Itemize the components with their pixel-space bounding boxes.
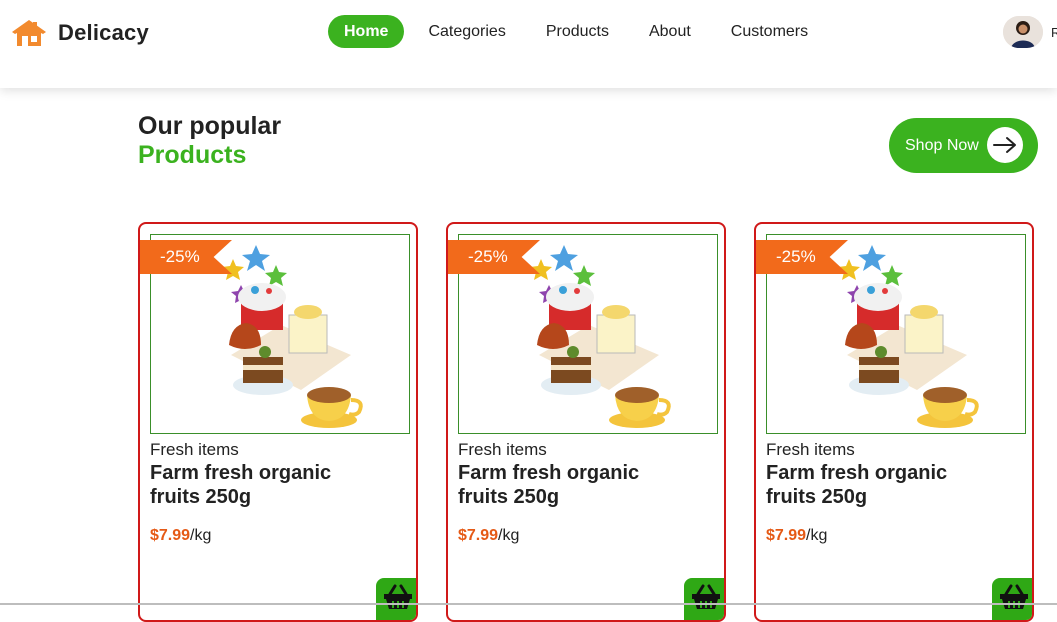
product-card[interactable]: -25% Fresh items Farm fresh organic frui… xyxy=(446,222,726,622)
top-header: Delicacy Home Categories Products About … xyxy=(0,0,1057,88)
nav-products[interactable]: Products xyxy=(530,15,625,48)
product-card[interactable]: -25% Fresh items Farm fresh organic frui… xyxy=(754,222,1034,622)
product-name[interactable]: Farm fresh organic fruits 250g xyxy=(458,461,688,509)
product-price: $7.99/kg xyxy=(458,527,519,545)
dessert-illustration xyxy=(530,245,671,428)
nav-home[interactable]: Home xyxy=(328,15,405,48)
price-unit: /kg xyxy=(806,527,828,544)
basket-icon xyxy=(1000,584,1028,609)
product-category: Fresh items xyxy=(766,440,855,459)
add-to-basket-button[interactable] xyxy=(684,578,724,620)
basket-icon xyxy=(384,584,412,609)
price-amount: $7.99 xyxy=(458,527,499,544)
main-nav: Home Categories Products About Customers xyxy=(328,15,824,48)
brand-name: Delicacy xyxy=(58,20,149,45)
product-price: $7.99/kg xyxy=(766,527,827,545)
basket-icon xyxy=(692,584,720,609)
title-line-2: Products xyxy=(138,141,247,169)
product-name[interactable]: Farm fresh organic fruits 250g xyxy=(150,461,380,509)
house-logo-icon xyxy=(12,20,46,46)
section-title: Our popular Products xyxy=(138,112,281,170)
price-amount: $7.99 xyxy=(150,527,191,544)
dessert-illustration xyxy=(838,245,979,428)
product-price: $7.99/kg xyxy=(150,527,211,545)
brand[interactable]: Delicacy xyxy=(10,18,149,48)
avatar[interactable] xyxy=(1003,16,1043,48)
nav-about[interactable]: About xyxy=(633,15,707,48)
price-unit: /kg xyxy=(190,527,212,544)
nav-categories[interactable]: Categories xyxy=(412,15,521,48)
title-line-1: Our popular xyxy=(138,112,282,140)
product-card[interactable]: -25% Fresh items Farm fresh organic frui… xyxy=(138,222,418,622)
product-category: Fresh items xyxy=(150,440,239,459)
user-name: R xyxy=(1051,24,1057,40)
price-amount: $7.99 xyxy=(766,527,807,544)
add-to-basket-button[interactable] xyxy=(992,578,1032,620)
product-category: Fresh items xyxy=(458,440,547,459)
dessert-illustration xyxy=(222,245,363,428)
shop-now-label: Shop Now xyxy=(905,136,979,154)
arrow-right-icon xyxy=(987,127,1023,163)
shop-now-button[interactable]: Shop Now xyxy=(889,118,1038,173)
user-profile[interactable]: R xyxy=(1003,16,1057,48)
nav-customers[interactable]: Customers xyxy=(715,15,824,48)
price-unit: /kg xyxy=(498,527,520,544)
product-name[interactable]: Farm fresh organic fruits 250g xyxy=(766,461,996,509)
add-to-basket-button[interactable] xyxy=(376,578,416,620)
